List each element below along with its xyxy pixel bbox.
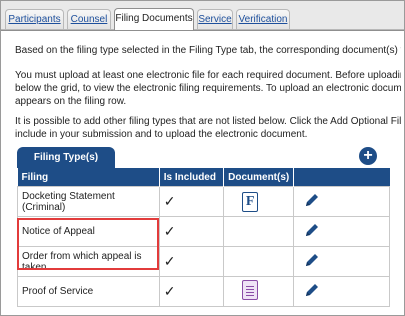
column-header-filing: Filing [17, 168, 160, 187]
tab-verification[interactable]: Verification [236, 9, 290, 29]
document-cell [223, 216, 295, 247]
document-cell [223, 276, 295, 307]
optional-filing-paragraph: It is possible to add other filing types… [15, 115, 401, 141]
included-check-icon: ✓ [158, 246, 225, 277]
table-row: Proof of Service ✓ [17, 276, 390, 307]
filing-types-grid: Filing Is Included Document(s) Docketing… [17, 168, 390, 307]
tab-participants[interactable]: Participants [5, 9, 64, 29]
pencil-icon[interactable] [304, 192, 320, 211]
included-check-icon: ✓ [158, 216, 225, 247]
table-row: Docketing Statement (Criminal) ✓ F [17, 186, 390, 217]
included-check-icon: ✓ [158, 186, 225, 217]
actions-cell [293, 246, 390, 277]
tab-service[interactable]: Service [197, 9, 233, 29]
pencil-icon[interactable] [304, 252, 320, 271]
filing-name: Notice of Appeal [17, 216, 160, 247]
upload-instructions-paragraph: You must upload at least one electronic … [15, 69, 401, 108]
table-row: Order from which appeal is taken ✓ [17, 246, 390, 277]
optional-line-2: include in your submission and to upload… [15, 129, 308, 140]
document-cell: F [223, 186, 295, 217]
grid-header: Filing Type(s) [17, 147, 390, 168]
form-document-icon[interactable]: F [242, 191, 259, 212]
upload-line-2: below the grid, to view the electronic f… [15, 83, 401, 94]
tab-counsel[interactable]: Counsel [67, 9, 111, 29]
upload-line-3: appears on the filing row. [15, 96, 127, 107]
grid-header-row: Filing Is Included Document(s) [17, 168, 390, 187]
filing-name: Order from which appeal is taken [17, 246, 160, 277]
included-check-icon: ✓ [158, 276, 225, 307]
tab-bar: Participants Counsel Filing Documents Se… [1, 1, 404, 30]
intro-line: Based on the filing type selected in the… [15, 45, 401, 56]
column-header-documents: Document(s) [223, 168, 295, 187]
column-header-is-included: Is Included [159, 168, 225, 187]
pencil-icon[interactable] [304, 282, 320, 301]
optional-line-1: It is possible to add other filing types… [15, 116, 401, 127]
actions-cell [293, 186, 390, 217]
document-cell [223, 246, 295, 277]
actions-cell [293, 216, 390, 247]
upload-line-1: You must upload at least one electronic … [15, 70, 401, 81]
column-header-actions [293, 168, 390, 187]
filing-name: Docketing Statement (Criminal) [17, 186, 160, 217]
filing-name: Proof of Service [17, 276, 160, 307]
intro-paragraph: Based on the filing type selected in the… [15, 44, 401, 57]
filing-types-tab[interactable]: Filing Type(s) [17, 147, 115, 168]
add-optional-filing-icon[interactable]: + [359, 147, 377, 165]
text-document-icon[interactable] [242, 280, 259, 300]
actions-cell [293, 276, 390, 307]
pencil-icon[interactable] [304, 222, 320, 241]
window-frame: Participants Counsel Filing Documents Se… [0, 0, 405, 316]
table-row: Notice of Appeal ✓ [17, 216, 390, 247]
tab-filing-documents[interactable]: Filing Documents [114, 8, 194, 30]
